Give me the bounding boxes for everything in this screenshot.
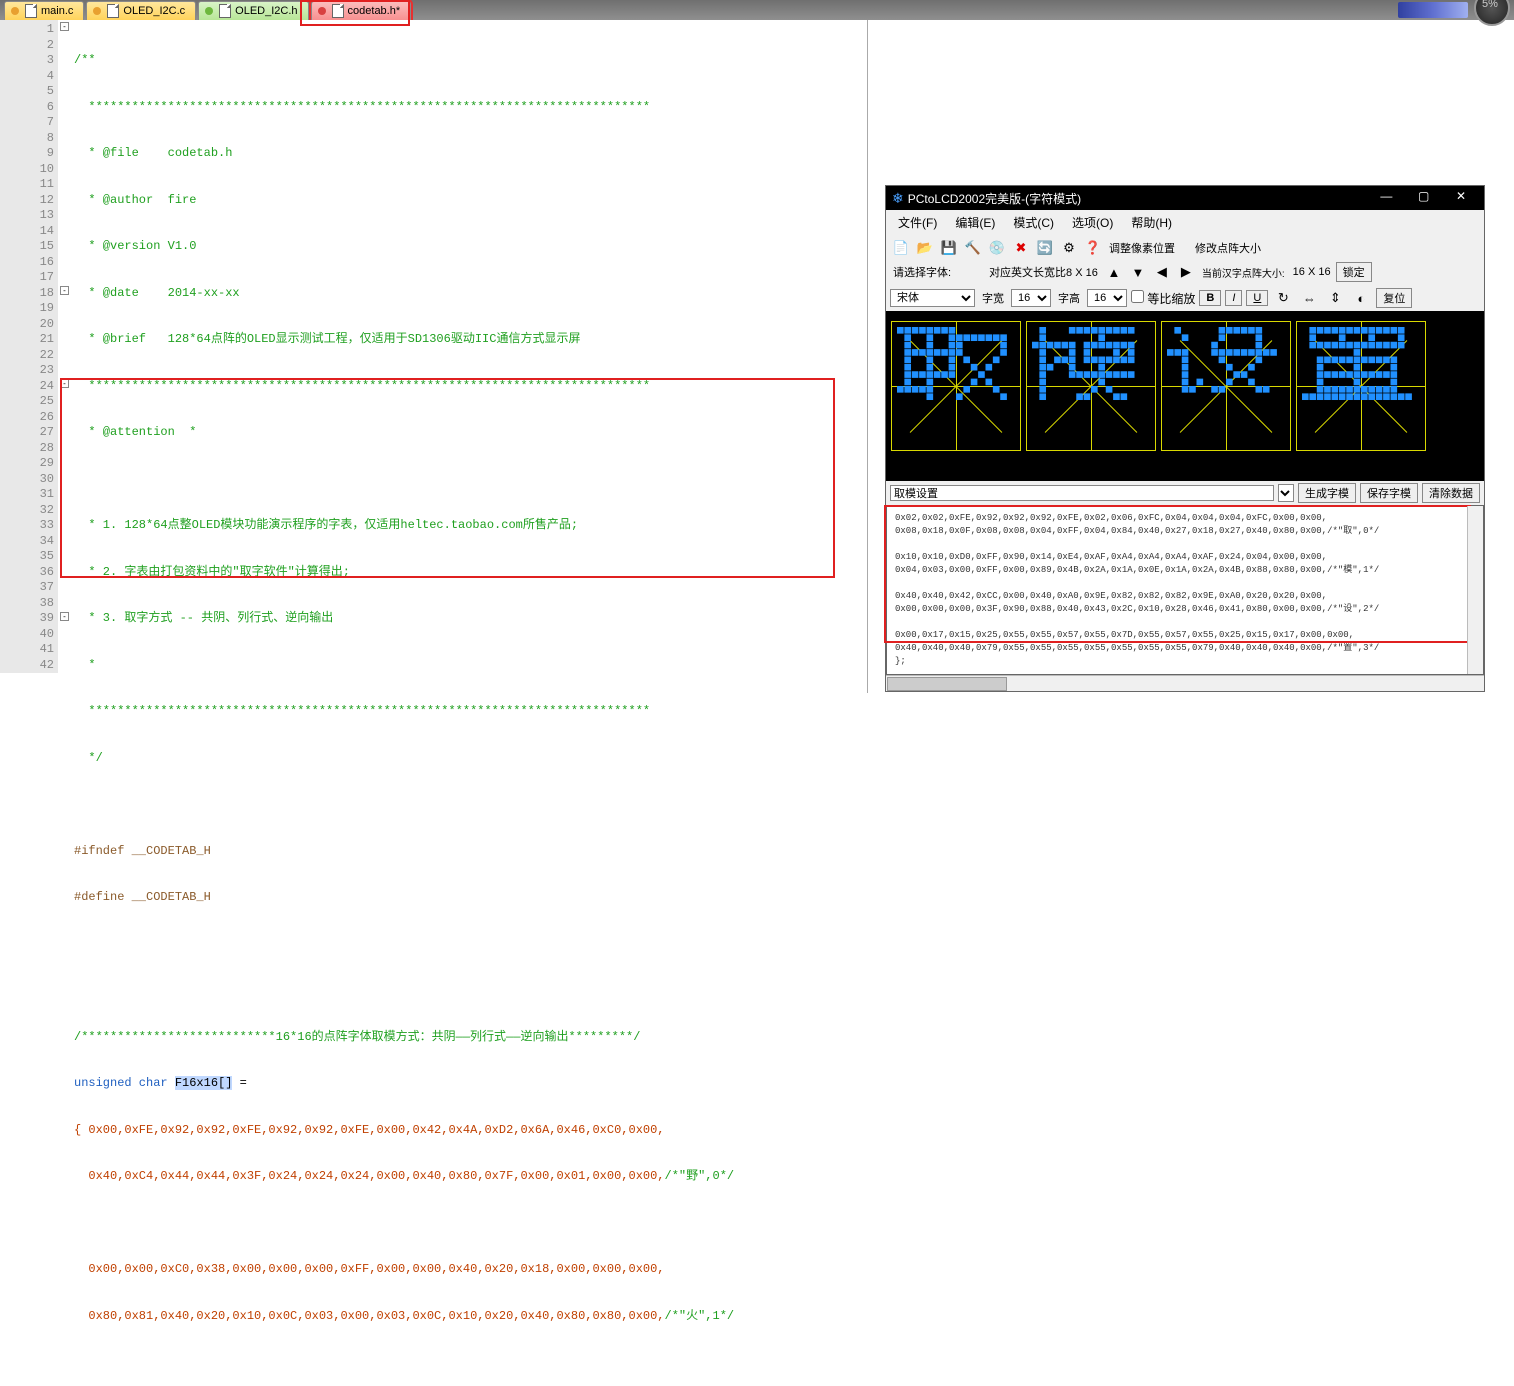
- file-icon: [332, 4, 344, 18]
- disk-icon[interactable]: 💿: [986, 237, 1008, 259]
- underline-button[interactable]: U: [1246, 290, 1268, 306]
- fold-toggle[interactable]: -: [60, 612, 69, 621]
- app-decoration: 5%: [1398, 0, 1510, 20]
- file-icon: [25, 4, 37, 18]
- tab-bar: main.c OLED_I2C.c OLED_I2C.h codetab.h*: [0, 0, 1514, 20]
- fold-toggle[interactable]: -: [60, 286, 69, 295]
- char-width-label: 字宽: [979, 290, 1007, 306]
- input-row: 生成字模 保存字模 清除数据: [886, 481, 1484, 505]
- char-height-label: 字高: [1055, 290, 1083, 306]
- menu-bar: 文件(F) 编辑(E) 模式(C) 选项(O) 帮助(H): [886, 210, 1484, 235]
- menu-edit[interactable]: 编辑(E): [947, 212, 1003, 233]
- font-family-select[interactable]: 宋体: [890, 289, 975, 307]
- lock-button[interactable]: 锁定: [1336, 262, 1372, 282]
- tab-codetab-h[interactable]: codetab.h*: [311, 1, 412, 20]
- font-select-label: 请选择字体:: [890, 264, 954, 280]
- scale-checkbox[interactable]: 等比缩放: [1131, 290, 1195, 307]
- close-button[interactable]: ✕: [1444, 189, 1478, 207]
- arrow-down-icon[interactable]: ▼: [1127, 261, 1149, 283]
- arrow-left-icon[interactable]: ◀: [1151, 261, 1173, 283]
- tab-oled-i2c-c[interactable]: OLED_I2C.c: [86, 1, 196, 20]
- italic-button[interactable]: I: [1225, 290, 1242, 306]
- menu-help[interactable]: 帮助(H): [1123, 212, 1180, 233]
- tool-icon[interactable]: 🔨: [962, 237, 984, 259]
- output-box[interactable]: 0x02,0x02,0xFE,0x92,0x92,0x92,0xFE,0x02,…: [886, 505, 1484, 675]
- menu-mode[interactable]: 模式(C): [1005, 212, 1062, 233]
- fold-toggle[interactable]: -: [60, 22, 69, 31]
- flip-v-icon[interactable]: ⇕: [1324, 287, 1346, 309]
- scrollbar-v[interactable]: [1467, 506, 1483, 674]
- en-ratio-label: 对应英文长宽比8 X 16: [986, 264, 1101, 280]
- text-input[interactable]: [890, 485, 1274, 501]
- flip-h-icon[interactable]: ⇔: [1298, 287, 1320, 309]
- file-icon: [107, 4, 119, 18]
- code-editor[interactable]: 1234567891011121314151617181920212223242…: [0, 20, 868, 693]
- tab-main-c[interactable]: main.c: [4, 1, 84, 20]
- matrix-size-label: 修改点阵大小: [1192, 240, 1264, 256]
- toolbar-2: 宋体 字宽 16 字高 16 等比缩放 B I U ↻ ⇔ ⇕ ◐ 复位: [886, 285, 1484, 311]
- save-icon[interactable]: 💾: [938, 237, 960, 259]
- open-icon[interactable]: 📂: [914, 237, 936, 259]
- new-icon[interactable]: 📄: [890, 237, 912, 259]
- gear-icon[interactable]: ⚙: [1058, 237, 1080, 259]
- bold-button[interactable]: B: [1199, 290, 1221, 306]
- char-width-select[interactable]: 16: [1011, 289, 1051, 307]
- generate-button[interactable]: 生成字模: [1298, 483, 1356, 503]
- file-icon: [219, 4, 231, 18]
- input-history[interactable]: [1278, 484, 1294, 502]
- pixel-pos-label: 调整像素位置: [1106, 240, 1178, 256]
- size-hint: 当前汉字点阵大小:: [1199, 265, 1288, 280]
- rotate-icon[interactable]: ↻: [1272, 287, 1294, 309]
- char-height-select[interactable]: 16: [1087, 289, 1127, 307]
- line-gutter: 1234567891011121314151617181920212223242…: [0, 20, 58, 673]
- reset-button[interactable]: 复位: [1376, 288, 1412, 308]
- size-value: 16 X 16: [1290, 266, 1334, 278]
- delete-icon[interactable]: ✖: [1010, 237, 1032, 259]
- code-area[interactable]: /** ************************************…: [74, 22, 867, 1386]
- scrollbar-h[interactable]: [886, 675, 1484, 691]
- window-titlebar[interactable]: ❄ PCtoLCD2002完美版-(字符模式) — ▢ ✕: [886, 186, 1484, 210]
- save-font-button[interactable]: 保存字模: [1360, 483, 1418, 503]
- tab-oled-i2c-h[interactable]: OLED_I2C.h: [198, 1, 308, 20]
- help-icon[interactable]: ❓: [1082, 237, 1104, 259]
- minimize-button[interactable]: —: [1369, 189, 1403, 207]
- maximize-button[interactable]: ▢: [1407, 189, 1441, 207]
- clear-button[interactable]: 清除数据: [1422, 483, 1480, 503]
- glyph-canvas[interactable]: [886, 311, 1484, 481]
- arrow-up-icon[interactable]: ▲: [1103, 261, 1125, 283]
- refresh-icon[interactable]: 🔄: [1034, 237, 1056, 259]
- app-icon: ❄: [892, 190, 904, 206]
- arrow-right-icon[interactable]: ▶: [1175, 261, 1197, 283]
- fold-toggle[interactable]: -: [60, 379, 69, 388]
- invert-icon[interactable]: ◐: [1350, 287, 1372, 309]
- window-title: PCtoLCD2002完美版-(字符模式): [908, 192, 1081, 206]
- menu-file[interactable]: 文件(F): [890, 212, 945, 233]
- menu-options[interactable]: 选项(O): [1064, 212, 1121, 233]
- pctolcd-window: ❄ PCtoLCD2002完美版-(字符模式) — ▢ ✕ 文件(F) 编辑(E)…: [885, 185, 1485, 692]
- toolbar: 📄 📂 💾 🔨 💿 ✖ 🔄 ⚙ ❓ 调整像素位置 修改点阵大小: [886, 235, 1484, 261]
